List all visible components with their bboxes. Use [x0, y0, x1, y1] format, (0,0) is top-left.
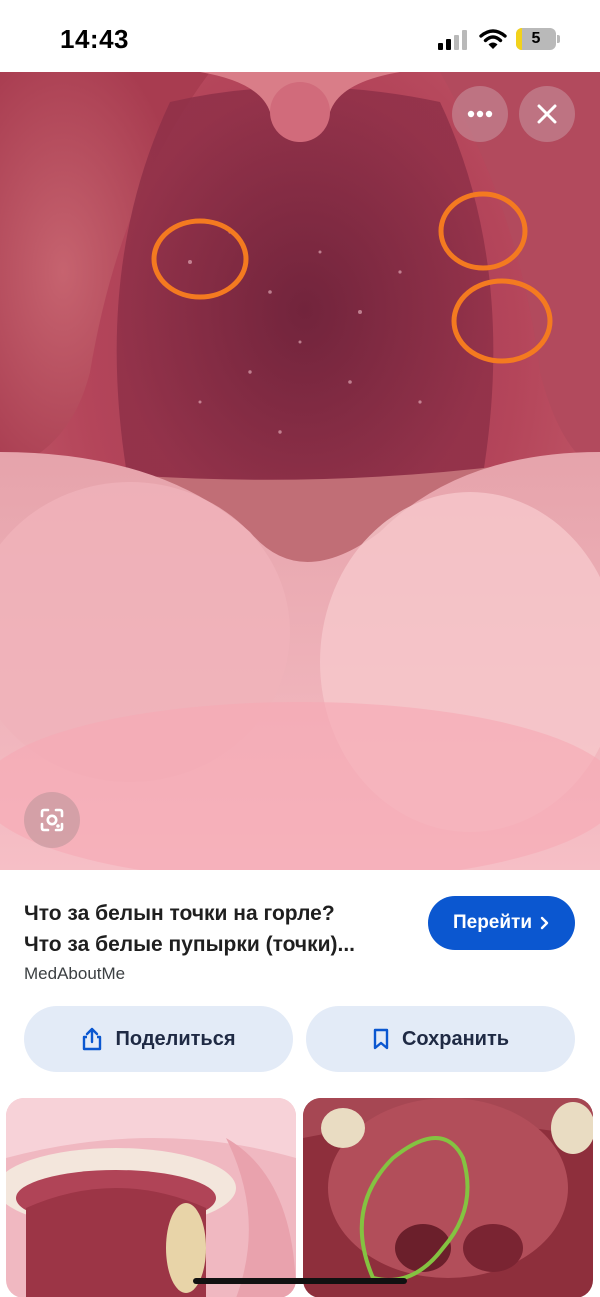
- chevron-right-icon: [540, 916, 549, 930]
- more-options-button[interactable]: [452, 86, 508, 142]
- save-button[interactable]: Сохранить: [306, 1006, 575, 1072]
- related-image-2[interactable]: [303, 1098, 593, 1297]
- battery-level: 5: [531, 30, 541, 47]
- share-button[interactable]: Поделиться: [24, 1006, 293, 1072]
- close-icon: [537, 104, 557, 124]
- google-lens-icon: [40, 808, 64, 832]
- save-label: Сохранить: [401, 1027, 510, 1050]
- google-lens-button[interactable]: [24, 792, 80, 848]
- result-title-line-1: Что за белын точки на горле?: [24, 902, 335, 925]
- close-button[interactable]: [519, 86, 575, 142]
- throat-photo: [0, 72, 600, 870]
- result-info: Что за белын точки на горле? Что за белы…: [0, 870, 600, 1297]
- wifi-icon: [479, 29, 507, 49]
- visit-button[interactable]: Перейти: [428, 896, 575, 950]
- more-options-icon: [467, 110, 493, 118]
- bookmark-icon: [373, 1028, 389, 1050]
- main-image[interactable]: [0, 72, 600, 870]
- result-title[interactable]: Что за белын точки на горле? Что за белы…: [24, 898, 414, 960]
- share-icon: [83, 1027, 102, 1051]
- related-image-1[interactable]: [6, 1098, 296, 1297]
- result-source: MedAboutMe: [24, 964, 126, 983]
- home-indicator[interactable]: [193, 1278, 407, 1284]
- signal-icon: [438, 30, 467, 50]
- status-bar: 14:43 5: [0, 0, 600, 72]
- related-image-1-photo: [6, 1098, 296, 1297]
- status-time: 14:43: [60, 24, 129, 54]
- related-image-2-photo: [303, 1098, 593, 1297]
- visit-label: Перейти: [452, 912, 533, 933]
- battery-icon: 5: [516, 28, 560, 50]
- share-label: Поделиться: [115, 1027, 236, 1050]
- result-title-line-2: Что за белые пупырки (точки)...: [24, 933, 356, 956]
